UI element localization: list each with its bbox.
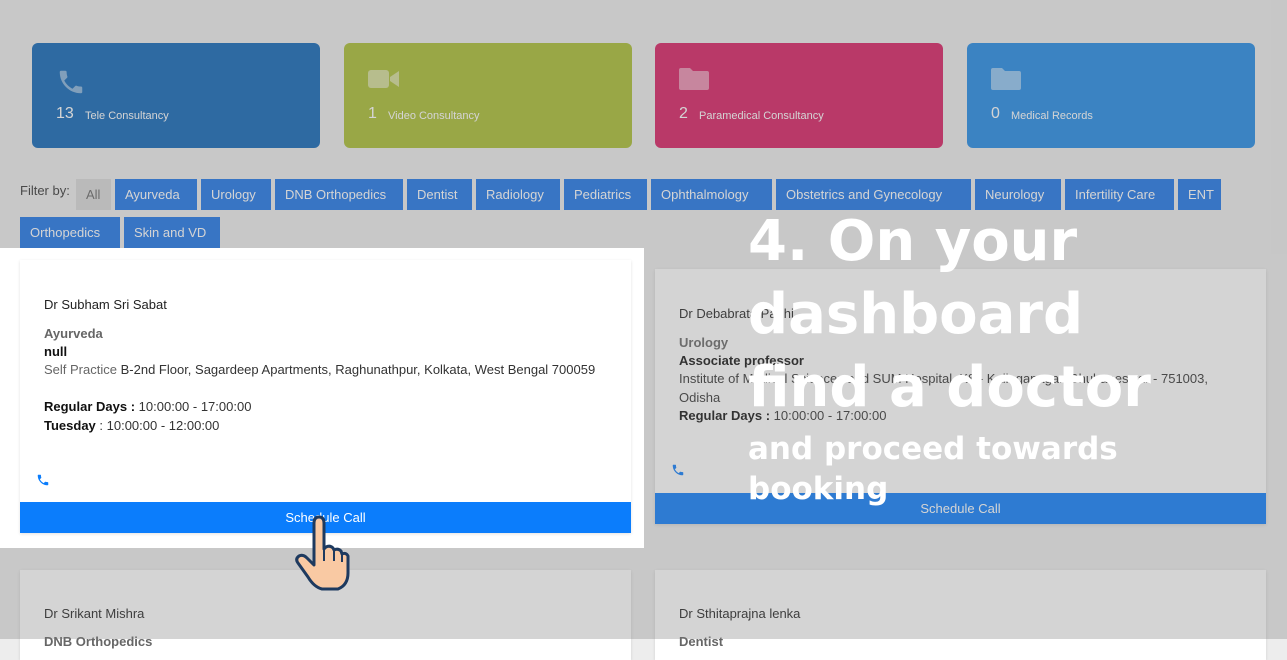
tutorial-heading-line: 4. On your — [748, 209, 1078, 274]
folder-icon — [679, 67, 709, 96]
filter-chip-urology[interactable]: Urology — [201, 179, 271, 210]
filter-chip-dentist[interactable]: Dentist — [407, 179, 472, 210]
tuesday-hours: Tuesday : 10:00:00 - 12:00:00 — [44, 418, 219, 433]
doctor-speciality: Dentist — [679, 634, 724, 649]
address-label: Self Practice — [44, 362, 117, 377]
filter-chip-dnb-orthopedics[interactable]: DNB Orthopedics — [275, 179, 403, 210]
filter-chip-neurology[interactable]: Neurology — [975, 179, 1061, 210]
records-count: 0 — [991, 105, 1000, 122]
tutorial-heading-line: find a doctor — [748, 355, 1151, 420]
folder-icon — [991, 67, 1021, 96]
tutorial-subheading-line: and proceed towards — [748, 431, 1118, 467]
doctor-card-highlighted: Dr Subham Sri Sabat Ayurveda null Self P… — [20, 260, 631, 533]
address-text: B-2nd Floor, Sagardeep Apartments, Raghu… — [120, 362, 596, 377]
video-count: 1 — [368, 105, 377, 122]
filter-chip-ayurveda[interactable]: Ayurveda — [115, 179, 197, 210]
tele-count: 13 — [56, 105, 74, 122]
filter-chip-obstetrics[interactable]: Obstetrics and Gynecology — [776, 179, 971, 210]
regular-days-label: Regular Days : — [44, 399, 136, 414]
paramedical-label: Paramedical Consultancy — [699, 110, 824, 122]
paramedical-consultancy-card[interactable]: 2 Paramedical Consultancy — [655, 43, 943, 148]
tutorial-subheading-line: booking — [748, 471, 889, 507]
tuesday-time: : 10:00:00 - 12:00:00 — [99, 418, 220, 433]
doctor-name: Dr Sthitaprajna lenka — [679, 606, 801, 621]
regular-days-time: 10:00:00 - 17:00:00 — [138, 399, 252, 414]
doctor-designation: null — [44, 344, 68, 359]
schedule-call-button[interactable]: Schedule Call — [655, 493, 1266, 524]
doctor-address: Self Practice B-2nd Floor, Sagardeep Apa… — [44, 360, 607, 379]
tele-consultancy-card[interactable]: 13 Tele Consultancy — [32, 43, 320, 148]
medical-records-card[interactable]: 0 Medical Records — [967, 43, 1255, 148]
video-icon — [368, 67, 400, 96]
tele-label: Tele Consultancy — [85, 110, 169, 122]
phone-icon[interactable] — [671, 463, 685, 482]
filter-chip-orthopedics[interactable]: Orthopedics — [20, 217, 120, 248]
doctor-speciality: DNB Orthopedics — [44, 634, 153, 649]
filter-chip-skin-vd[interactable]: Skin and VD — [124, 217, 220, 248]
filter-chip-ophthalmology[interactable]: Ophthalmology — [651, 179, 772, 210]
phone-icon[interactable] — [36, 473, 50, 492]
doctor-speciality: Ayurveda — [44, 326, 103, 341]
filter-chip-pediatrics[interactable]: Pediatrics — [564, 179, 647, 210]
filter-chip-ent[interactable]: ENT — [1178, 179, 1221, 210]
video-consultancy-card[interactable]: 1 Video Consultancy — [344, 43, 632, 148]
hand-pointer-icon — [292, 515, 352, 600]
tuesday-label: Tuesday — [44, 418, 96, 433]
filter-chip-all[interactable]: All — [76, 179, 111, 210]
doctor-card: Dr Sthitaprajna lenka Dentist — [655, 570, 1266, 660]
doctor-name: Dr Subham Sri Sabat — [44, 297, 167, 312]
doctor-name: Dr Srikant Mishra — [44, 606, 145, 621]
records-label: Medical Records — [1011, 110, 1093, 122]
filter-chip-radiology[interactable]: Radiology — [476, 179, 560, 210]
phone-icon — [56, 67, 86, 102]
filter-label: Filter by: — [20, 183, 70, 198]
regular-days: Regular Days : 10:00:00 - 17:00:00 — [44, 399, 251, 414]
doctor-speciality: Urology — [679, 335, 729, 350]
filter-chip-infertility[interactable]: Infertility Care — [1065, 179, 1174, 210]
tutorial-heading-line: dashboard — [748, 282, 1084, 347]
paramedical-count: 2 — [679, 105, 688, 122]
video-label: Video Consultancy — [388, 110, 480, 122]
